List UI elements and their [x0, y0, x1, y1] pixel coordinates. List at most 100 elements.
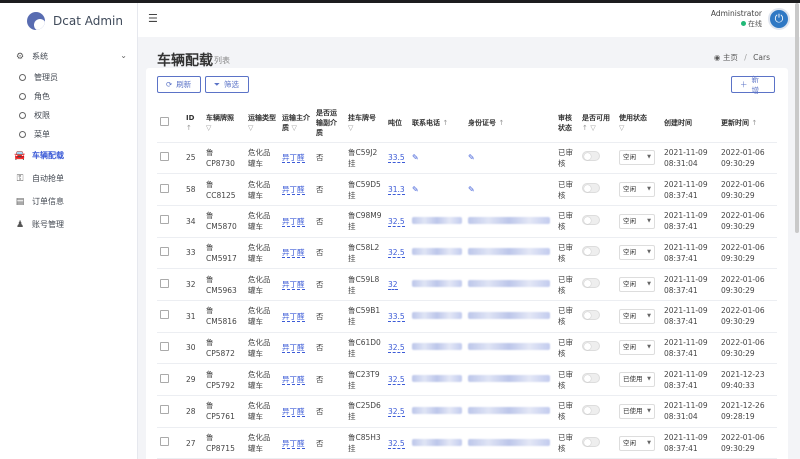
sort-icon[interactable]: ↑	[442, 119, 448, 127]
row-checkbox[interactable]	[160, 215, 169, 225]
medium-link[interactable]: 异丁醛	[282, 248, 305, 259]
col-id[interactable]: ID ↑	[183, 104, 203, 143]
usage-select[interactable]: 空闲 ▼	[619, 435, 655, 451]
row-checkbox[interactable]	[160, 341, 169, 351]
brand[interactable]: Dcat Admin	[0, 3, 137, 39]
usage-select[interactable]: 空闲 ▼	[619, 150, 655, 166]
available-toggle[interactable]	[582, 373, 600, 384]
sort-icon[interactable]: ↑	[751, 119, 757, 127]
tonnage-link[interactable]: 32.5	[388, 406, 405, 417]
table-row[interactable]: 30 鲁 CP5872 危化品 罐车 异丁醛否鲁C61D0 挂 32.5 已审核空闲 ▼ 2021-…	[157, 332, 777, 365]
available-toggle[interactable]	[582, 436, 600, 447]
medium-link[interactable]: 异丁醛	[282, 280, 305, 291]
row-checkbox[interactable]	[160, 373, 169, 383]
filter-icon[interactable]: ▽	[348, 124, 353, 132]
menu-toggle-icon[interactable]: ☰	[148, 12, 158, 25]
available-toggle[interactable]	[582, 183, 600, 194]
tonnage-link[interactable]: 32.5	[388, 438, 405, 449]
filter-icon[interactable]: ▽	[590, 124, 595, 132]
medium-link[interactable]: 异丁醛	[282, 153, 305, 164]
sidebar-item-menu[interactable]: 菜单	[0, 125, 137, 144]
usage-select[interactable]: 空闲 ▼	[619, 213, 655, 229]
medium-link[interactable]: 异丁醛	[282, 406, 305, 417]
tonnage-link[interactable]: 32	[388, 280, 398, 291]
medium-link[interactable]: 异丁醛	[282, 343, 305, 354]
sidebar-item-roles[interactable]: 角色	[0, 87, 137, 106]
available-toggle[interactable]	[582, 246, 600, 257]
available-toggle[interactable]	[582, 309, 600, 320]
table-row[interactable]: 34 鲁 CM5870 危化品 罐车 异丁醛否鲁C98M9 挂 32.5 已审核空闲 ▼ 2021-…	[157, 205, 777, 238]
tonnage-link[interactable]: 32.5	[388, 343, 405, 354]
row-checkbox[interactable]	[160, 405, 169, 415]
refresh-button[interactable]: ⟳ 刷新	[157, 76, 201, 93]
medium-link[interactable]: 异丁醛	[282, 216, 305, 227]
available-cell	[579, 395, 616, 428]
tonnage-link[interactable]: 32.5	[388, 375, 405, 386]
available-toggle[interactable]	[582, 151, 600, 162]
sidebar-item-admins[interactable]: 管理员	[0, 68, 137, 87]
available-toggle[interactable]	[582, 404, 600, 415]
usage-select[interactable]: 空闲 ▼	[619, 245, 655, 261]
row-checkbox[interactable]	[160, 183, 169, 193]
tonnage-link[interactable]: 33.5	[388, 311, 405, 322]
edit-icon[interactable]: ✎	[412, 185, 419, 194]
table-row[interactable]: 25 鲁 CP8730 危化品 罐车 异丁醛否鲁C59J2 挂 33.5 ✎ ✎ 已审核空闲 ▼ 202…	[157, 142, 777, 175]
sort-icon[interactable]: ↑	[582, 124, 588, 132]
usage-select[interactable]: 空闲 ▼	[619, 277, 655, 293]
medium-link[interactable]: 异丁醛	[282, 438, 305, 449]
tonnage-link[interactable]: 32.5	[388, 216, 405, 227]
table-row[interactable]: 29 鲁 CP5792 危化品 罐车 异丁醛否鲁C23T9 挂 32.5 已审核已使用 ▼ 2021…	[157, 363, 777, 396]
filter-button[interactable]: ⏷ 筛选	[205, 76, 249, 93]
filter-icon[interactable]: ▽	[291, 124, 296, 132]
medium-link[interactable]: 异丁醛	[282, 311, 305, 322]
table-row[interactable]: 58 鲁 CC8125 危化品 罐车 异丁醛否鲁C59D5 挂 31.3 ✎ ✎ 已审核空闲 ▼ 202…	[157, 173, 777, 206]
row-checkbox[interactable]	[160, 278, 169, 288]
filter-icon[interactable]: ▽	[619, 124, 624, 132]
sidebar-item-auto-grab[interactable]: ⚿ 自动抢单	[0, 167, 137, 190]
sort-icon[interactable]: ↑	[186, 124, 192, 132]
sidebar-item-accounts[interactable]: ♟ 账号管理	[0, 213, 137, 236]
scrollbar[interactable]	[795, 3, 799, 233]
available-toggle[interactable]	[582, 278, 600, 289]
available-toggle[interactable]	[582, 341, 600, 352]
avatar[interactable]: ⏻	[768, 8, 790, 30]
row-checkbox[interactable]	[160, 246, 169, 256]
id-value: 33	[186, 248, 196, 258]
edit-icon[interactable]: ✎	[468, 153, 475, 162]
row-checkbox[interactable]	[160, 151, 169, 161]
sidebar-item-permissions[interactable]: 权限	[0, 106, 137, 125]
filter-icon[interactable]: ▽	[206, 124, 211, 132]
tonnage-link[interactable]: 31.3	[388, 185, 405, 196]
idcard-cell	[465, 395, 555, 428]
row-checkbox[interactable]	[160, 310, 169, 320]
updated-cell: 2022-01-06 09:30:29	[718, 173, 777, 206]
sidebar-item-orders[interactable]: ▤ 订单信息	[0, 190, 137, 213]
user-name[interactable]: Administrator	[711, 9, 762, 18]
usage-select[interactable]: 已使用 ▼	[619, 403, 655, 419]
table-row[interactable]: 32 鲁 CM5963 危化品 罐车 异丁醛否鲁C59L8 挂 32 已审核空闲 ▼ 2021-11…	[157, 268, 777, 301]
filter-icon[interactable]: ▽	[248, 124, 253, 132]
table-row[interactable]: 28 鲁 CP5761 危化品 罐车 异丁醛否鲁C25D6 挂 32.5 已审核已使用 ▼ 2021…	[157, 395, 777, 428]
tonnage-link[interactable]: 32.5	[388, 248, 405, 259]
usage-select[interactable]: 空闲 ▼	[619, 340, 655, 356]
sidebar-item-system[interactable]: ⚙ 系统 ⌄	[0, 45, 137, 68]
add-button[interactable]: ＋ 新增	[731, 75, 775, 95]
sidebar-item-vehicle-loading[interactable]: 🚘 车辆配载	[0, 144, 137, 167]
medium-link[interactable]: 异丁醛	[282, 185, 305, 196]
audit-cell: 已审核	[555, 427, 579, 459]
sort-icon[interactable]: ↑	[498, 119, 504, 127]
breadcrumb-home[interactable]: 主页	[723, 53, 738, 62]
row-checkbox[interactable]	[160, 437, 169, 447]
table-row[interactable]: 31 鲁 CM5816 危化品 罐车 异丁醛否鲁C59B1 挂 33.5 已审核空闲 ▼ 2021-…	[157, 300, 777, 333]
table-row[interactable]: 33 鲁 CM5917 危化品 罐车 异丁醛否鲁C58L2 挂 32.5 已审核空闲 ▼ 2021-…	[157, 237, 777, 270]
edit-icon[interactable]: ✎	[412, 153, 419, 162]
table-row[interactable]: 27 鲁 CP8715 危化品 罐车 异丁醛否鲁C85H3 挂 32.5 已审核空闲 ▼ 2021-…	[157, 427, 777, 459]
edit-icon[interactable]: ✎	[468, 185, 475, 194]
usage-select[interactable]: 已使用 ▼	[619, 372, 655, 388]
available-toggle[interactable]	[582, 214, 600, 225]
select-all-checkbox[interactable]	[160, 116, 169, 126]
tonnage-link[interactable]: 33.5	[388, 153, 405, 164]
medium-link[interactable]: 异丁醛	[282, 375, 305, 386]
usage-select[interactable]: 空闲 ▼	[619, 308, 655, 324]
usage-select[interactable]: 空闲 ▼	[619, 182, 655, 198]
